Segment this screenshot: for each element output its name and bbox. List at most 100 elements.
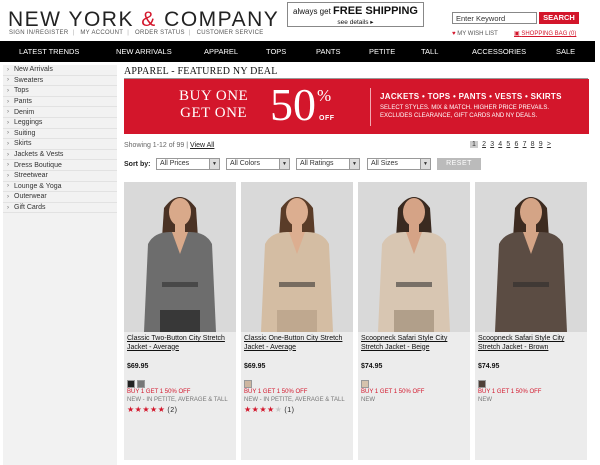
chevron-right-icon: › bbox=[7, 119, 9, 126]
nav-petite[interactable]: PETITE bbox=[369, 47, 395, 56]
pagination: 1 2 3 4 5 6 7 8 9 > bbox=[470, 141, 555, 148]
sidebar-item-jackets-vests[interactable]: › Jackets & Vests bbox=[3, 150, 117, 161]
price-filter-select[interactable]: All Prices ▼ bbox=[156, 158, 220, 170]
sort-label: Sort by: bbox=[124, 161, 151, 168]
rating-filter-select[interactable]: All Ratings ▼ bbox=[296, 158, 360, 170]
nav-tall[interactable]: TALL bbox=[421, 47, 438, 56]
product-price: $74.95 bbox=[478, 363, 500, 370]
sidebar-item-denim[interactable]: › Denim bbox=[3, 107, 117, 118]
color-swatch[interactable] bbox=[478, 380, 486, 388]
sidebar-item-leggings[interactable]: › Leggings bbox=[3, 118, 117, 129]
page-link[interactable]: 3 bbox=[490, 141, 494, 148]
page-link[interactable]: 4 bbox=[498, 141, 502, 148]
sidebar-item-suiting[interactable]: › Suiting bbox=[3, 129, 117, 140]
rating-stars: ★★★★★ (2) bbox=[127, 405, 178, 414]
nav-sale[interactable]: SALE bbox=[556, 47, 575, 56]
product-photo[interactable] bbox=[241, 182, 353, 332]
chevron-right-icon: › bbox=[7, 204, 9, 211]
swatch-row bbox=[127, 375, 233, 388]
page-link[interactable]: 9 bbox=[539, 141, 543, 148]
product-info: Scoopneck Safari Style City Stretch Jack… bbox=[475, 332, 587, 460]
color-swatch[interactable] bbox=[244, 380, 252, 388]
product-name-link[interactable]: Scoopneck Safari Style City Stretch Jack… bbox=[361, 335, 467, 352]
heart-icon: ♥ bbox=[452, 31, 456, 37]
swatch-row bbox=[478, 375, 584, 388]
page-link[interactable]: 8 bbox=[531, 141, 535, 148]
sidebar-item-tops[interactable]: › Tops bbox=[3, 86, 117, 97]
sidebar-item-sweaters[interactable]: › Sweaters bbox=[3, 76, 117, 87]
free-shipping-promo[interactable]: always get FREE SHIPPING see details ▸ bbox=[287, 2, 424, 27]
utility-links: SIGN IN/REGISTER | MY ACCOUNT | ORDER STAT… bbox=[9, 30, 264, 36]
order-status-link[interactable]: ORDER STATUS bbox=[135, 30, 185, 36]
color-swatch[interactable] bbox=[137, 380, 145, 388]
product-name-link[interactable]: Classic Two-Button City Stretch Jacket -… bbox=[127, 335, 233, 352]
banner-divider bbox=[370, 88, 371, 126]
view-all-link[interactable]: View All bbox=[190, 142, 214, 149]
my-account-link[interactable]: MY ACCOUNT bbox=[80, 30, 123, 36]
brand-logo[interactable]: NEW YORK & COMPANY bbox=[8, 8, 279, 32]
model-illustration bbox=[241, 182, 353, 332]
review-count[interactable]: (1) bbox=[284, 407, 294, 414]
product-note: NEW - IN PETITE, AVERAGE & TALL bbox=[127, 397, 228, 403]
wish-list-link[interactable]: ♥ MY WISH LIST bbox=[452, 31, 498, 37]
sidebar-item-pants[interactable]: › Pants bbox=[3, 97, 117, 108]
dropdown-arrow-icon: ▼ bbox=[209, 159, 219, 169]
page-link[interactable]: 7 bbox=[523, 141, 527, 148]
reset-button[interactable]: RESET bbox=[437, 158, 481, 170]
color-filter-select[interactable]: All Colors ▼ bbox=[226, 158, 290, 170]
page-link[interactable]: 1 bbox=[470, 141, 478, 148]
nav-apparel[interactable]: APPAREL bbox=[204, 47, 238, 56]
product-offer: BUY 1 GET 1 50% OFF bbox=[127, 389, 191, 395]
sign-in-link[interactable]: SIGN IN/REGISTER bbox=[9, 30, 68, 36]
product-price: $74.95 bbox=[361, 363, 383, 370]
product-card[interactable]: Scoopneck Safari Style City Stretch Jack… bbox=[358, 182, 470, 460]
size-filter-select[interactable]: All Sizes ▼ bbox=[367, 158, 431, 170]
nav-new-arrivals[interactable]: NEW ARRIVALS bbox=[116, 47, 172, 56]
product-offer: BUY 1 GET 1 50% OFF bbox=[478, 389, 542, 395]
sidebar-item-skirts[interactable]: › Skirts bbox=[3, 139, 117, 150]
next-page-link[interactable]: > bbox=[547, 141, 551, 148]
customer-service-link[interactable]: CUSTOMER SERVICE bbox=[197, 30, 264, 36]
chevron-right-icon: › bbox=[7, 109, 9, 116]
review-count[interactable]: (2) bbox=[167, 407, 177, 414]
sidebar-item-new-arrivals[interactable]: › New Arrivals bbox=[3, 65, 117, 76]
sidebar-item-dress-boutique[interactable]: › Dress Boutique bbox=[3, 160, 117, 171]
product-card[interactable]: Classic Two-Button City Stretch Jacket -… bbox=[124, 182, 236, 460]
product-card[interactable]: Scoopneck Safari Style City Stretch Jack… bbox=[475, 182, 587, 460]
sidebar-item-streetwear[interactable]: › Streetwear bbox=[3, 171, 117, 182]
page-link[interactable]: 5 bbox=[506, 141, 510, 148]
chevron-right-icon: › bbox=[7, 98, 9, 105]
sidebar-item-gift-cards[interactable]: › Gift Cards bbox=[3, 203, 117, 214]
nav-accessories[interactable]: ACCESSORIES bbox=[472, 47, 526, 56]
product-note: NEW - IN PETITE, AVERAGE & TALL bbox=[244, 397, 345, 403]
chevron-right-icon: › bbox=[7, 183, 9, 190]
main-nav: LATEST TRENDS NEW ARRIVALS APPAREL TOPS … bbox=[0, 41, 595, 62]
page-link[interactable]: 6 bbox=[514, 141, 518, 148]
product-photo[interactable] bbox=[358, 182, 470, 332]
nav-tops[interactable]: TOPS bbox=[266, 47, 286, 56]
dropdown-arrow-icon: ▼ bbox=[279, 159, 289, 169]
color-swatch[interactable] bbox=[127, 380, 135, 388]
product-offer: BUY 1 GET 1 50% OFF bbox=[244, 389, 308, 395]
search-button[interactable]: SEARCH bbox=[539, 12, 579, 24]
shopping-bag-link[interactable]: ▣ SHOPPING BAG (0) bbox=[514, 30, 576, 37]
page-link[interactable]: 2 bbox=[482, 141, 486, 148]
swatch-row bbox=[244, 375, 350, 388]
sidebar-item-outerwear[interactable]: › Outerwear bbox=[3, 192, 117, 203]
nav-latest-trends[interactable]: LATEST TRENDS bbox=[19, 47, 79, 56]
color-swatch[interactable] bbox=[361, 380, 369, 388]
product-photo[interactable] bbox=[475, 182, 587, 332]
product-photo[interactable] bbox=[124, 182, 236, 332]
product-price: $69.95 bbox=[127, 363, 149, 370]
product-name-link[interactable]: Scoopneck Safari Style City Stretch Jack… bbox=[478, 335, 584, 352]
search-input[interactable] bbox=[452, 12, 537, 24]
product-card[interactable]: Classic One-Button City Stretch Jacket -… bbox=[241, 182, 353, 460]
nav-pants[interactable]: PANTS bbox=[316, 47, 340, 56]
promo-banner[interactable]: BUY ONE GET ONE 50 % OFF JACKETS • TOPS •… bbox=[124, 79, 589, 134]
product-name-link[interactable]: Classic One-Button City Stretch Jacket -… bbox=[244, 335, 350, 352]
chevron-right-icon: › bbox=[7, 151, 9, 158]
sidebar-item-lounge-yoga[interactable]: › Lounge & Yoga bbox=[3, 182, 117, 193]
category-sidebar: › New Arrivals › Sweaters › Tops › Pants › De… bbox=[3, 65, 117, 465]
see-details-link[interactable]: see details ▸ bbox=[288, 18, 423, 26]
model-illustration bbox=[475, 182, 587, 332]
